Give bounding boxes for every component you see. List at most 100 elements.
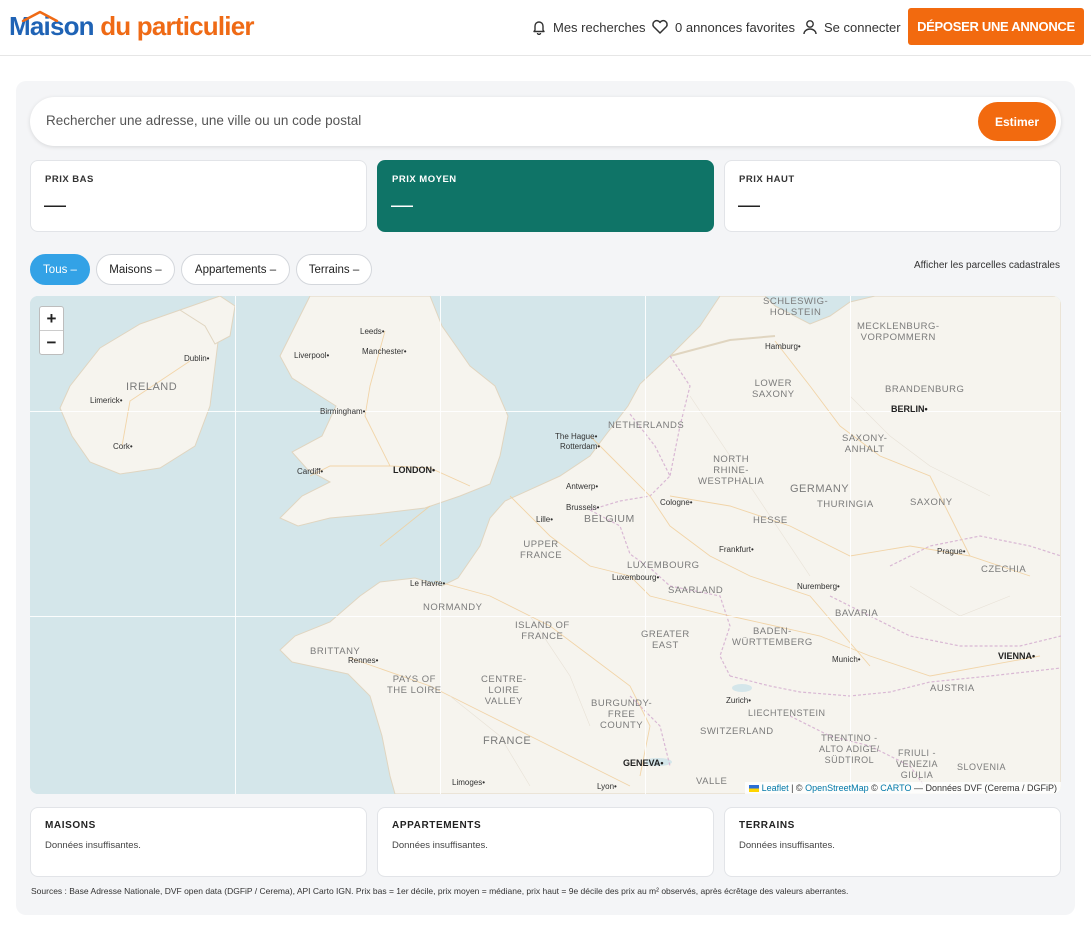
city-label: Munich• bbox=[832, 655, 861, 664]
price-card-label: PRIX BAS bbox=[45, 174, 94, 185]
price-card-value: — bbox=[391, 192, 413, 217]
city-label: Birmingham• bbox=[320, 407, 366, 416]
tile-seam bbox=[30, 616, 1061, 617]
type-card-label: MAISONS bbox=[45, 820, 96, 831]
region-label: LUXEMBOURG bbox=[627, 560, 700, 571]
type-card-land: TERRAINS Données insuffisantes. bbox=[724, 807, 1061, 877]
region-label: NORMANDY bbox=[423, 602, 483, 613]
city-label: Cardiff• bbox=[297, 467, 324, 476]
city-label: Leeds• bbox=[360, 327, 385, 336]
region-label: GREATER EAST bbox=[641, 629, 690, 651]
tile-seam bbox=[235, 296, 236, 794]
price-card-low: PRIX BAS — bbox=[30, 160, 367, 232]
nav-login[interactable]: Se connecter bbox=[802, 14, 901, 40]
attrib-sep: © bbox=[868, 783, 881, 793]
region-label: MECKLENBURG- VORPOMMERN bbox=[857, 321, 940, 343]
region-label: BURGUNDY- FREE COUNTY bbox=[591, 698, 653, 731]
region-label: CZECHIA bbox=[981, 564, 1027, 575]
post-listing-button[interactable]: DÉPOSER UNE ANNONCE bbox=[908, 8, 1084, 45]
ukraine-flag-icon bbox=[749, 785, 760, 793]
roof-icon bbox=[21, 10, 59, 22]
tile-seam bbox=[440, 296, 441, 794]
price-map[interactable]: SCHLESWIG- HOLSTEIN MECKLENBURG- VORPOMMER… bbox=[30, 296, 1061, 794]
city-label: Lille• bbox=[536, 515, 554, 524]
filter-apartments[interactable]: Appartements – bbox=[181, 254, 290, 285]
carto-link[interactable]: CARTO bbox=[880, 783, 911, 793]
region-label: NORTH RHINE- WESTPHALIA bbox=[698, 454, 765, 487]
region-label: LIECHTENSTEIN bbox=[748, 708, 826, 718]
heart-icon bbox=[652, 19, 668, 34]
nav-favorites-label: 0 annonces favorites bbox=[675, 19, 795, 35]
price-card-average: PRIX MOYEN — bbox=[377, 160, 714, 232]
region-label: BRANDENBURG bbox=[885, 384, 965, 395]
price-card-value: — bbox=[44, 192, 66, 217]
nav-my-searches[interactable]: Mes recherches bbox=[531, 14, 645, 40]
region-label: THURINGIA bbox=[817, 499, 874, 510]
city-label: GENEVA• bbox=[623, 758, 664, 768]
city-label: Rennes• bbox=[348, 656, 379, 665]
type-card-label: TERRAINS bbox=[739, 820, 795, 831]
region-label: BELGIUM bbox=[584, 513, 635, 525]
zoom-out-button[interactable]: − bbox=[40, 331, 63, 355]
region-label: NETHERLANDS bbox=[608, 420, 685, 431]
address-search-bar: Rechercher une adresse, une ville ou un … bbox=[30, 97, 1061, 146]
region-label: SCHLESWIG- HOLSTEIN bbox=[763, 296, 829, 318]
filter-land[interactable]: Terrains – bbox=[296, 254, 372, 285]
city-label: Frankfurt• bbox=[719, 545, 754, 554]
city-label: BERLIN• bbox=[891, 404, 928, 414]
price-card-label: PRIX MOYEN bbox=[392, 174, 457, 185]
region-label: PAYS OF THE LOIRE bbox=[387, 674, 442, 696]
city-label: Antwerp• bbox=[566, 482, 599, 491]
city-label: Cork• bbox=[113, 442, 133, 451]
bell-icon bbox=[533, 21, 545, 35]
city-label: The Hague• bbox=[555, 432, 598, 441]
price-card-value: — bbox=[738, 192, 760, 217]
city-label: Limoges• bbox=[452, 778, 486, 787]
site-logo[interactable]: Maison du particulier bbox=[9, 9, 255, 43]
region-label: IRELAND bbox=[126, 381, 178, 393]
lake-constance bbox=[732, 684, 752, 692]
logo-particulier: du particulier bbox=[100, 11, 254, 41]
region-label: LOWER SAXONY bbox=[752, 378, 795, 400]
search-input[interactable]: Rechercher une adresse, une ville ou un … bbox=[46, 113, 361, 128]
price-card-label: PRIX HAUT bbox=[739, 174, 795, 185]
osm-link[interactable]: OpenStreetMap bbox=[805, 783, 869, 793]
cadastre-toggle-link[interactable]: Afficher les parcelles cadastrales bbox=[914, 260, 1060, 271]
city-label: LONDON• bbox=[393, 465, 436, 475]
city-label: Hamburg• bbox=[765, 342, 801, 351]
region-label: SWITZERLAND bbox=[700, 726, 774, 737]
city-label: VALLE bbox=[696, 776, 728, 787]
city-label: Limerick• bbox=[90, 396, 123, 405]
nav-favorites[interactable]: 0 annonces favorites bbox=[651, 14, 795, 40]
type-card-text: Données insuffisantes. bbox=[45, 840, 141, 851]
type-card-text: Données insuffisantes. bbox=[392, 840, 488, 851]
region-label: AUSTRIA bbox=[930, 683, 975, 694]
region-label: BADEN- WÜRTTEMBERG bbox=[732, 626, 813, 648]
nav-login-label: Se connecter bbox=[824, 19, 901, 35]
region-label: FRANCE bbox=[483, 735, 532, 747]
sources-note: Sources : Base Adresse Nationale, DVF op… bbox=[31, 886, 849, 896]
city-label: Brussels• bbox=[566, 503, 600, 512]
city-label: Cologne• bbox=[660, 498, 693, 507]
tile-seam bbox=[850, 296, 851, 794]
city-label: Liverpool• bbox=[294, 351, 330, 360]
attrib-dvf: — Données DVF (Cerema / DGFiP) bbox=[911, 783, 1057, 793]
region-label: BAVARIA bbox=[835, 608, 879, 619]
region-label: CENTRE- LOIRE VALLEY bbox=[481, 674, 527, 707]
city-label: Lyon• bbox=[597, 782, 617, 791]
type-card-label: APPARTEMENTS bbox=[392, 820, 482, 831]
leaflet-link[interactable]: Leaflet bbox=[762, 783, 789, 793]
type-card-apartments: APPARTEMENTS Données insuffisantes. bbox=[377, 807, 714, 877]
filter-all[interactable]: Tous – bbox=[30, 254, 90, 285]
city-label: Dublin• bbox=[184, 354, 210, 363]
city-label: Nuremberg• bbox=[797, 582, 840, 591]
zoom-in-button[interactable]: + bbox=[40, 307, 63, 331]
region-label: SAXONY- ANHALT bbox=[842, 433, 888, 455]
region-label: HESSE bbox=[753, 515, 788, 526]
city-label: Le Havre• bbox=[410, 579, 446, 588]
region-label: SAXONY bbox=[910, 497, 953, 508]
type-card-houses: MAISONS Données insuffisantes. bbox=[30, 807, 367, 877]
filter-houses[interactable]: Maisons – bbox=[96, 254, 175, 285]
city-label: Rotterdam• bbox=[560, 442, 601, 451]
estimate-button[interactable]: Estimer bbox=[978, 102, 1056, 141]
